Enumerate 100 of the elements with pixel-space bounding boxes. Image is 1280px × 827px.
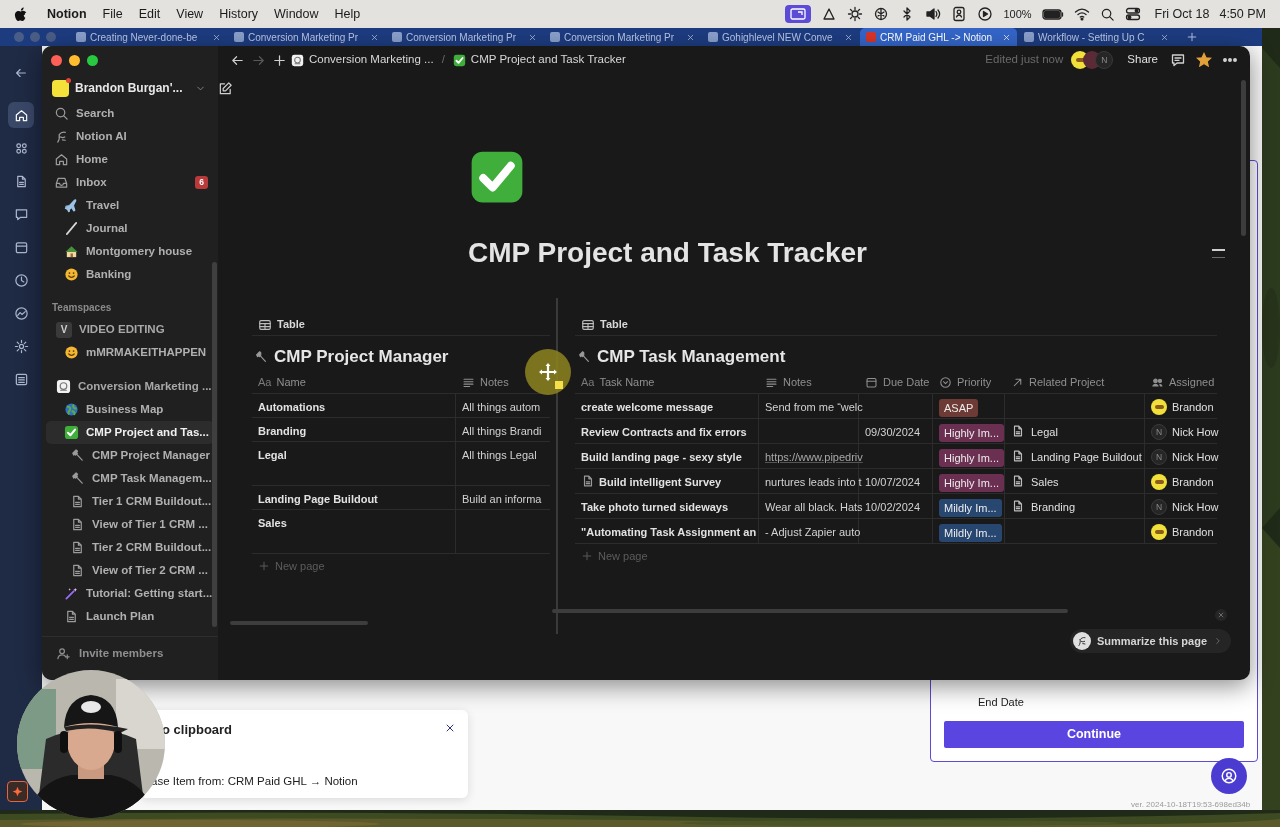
task-name[interactable]: create welcome message xyxy=(581,399,714,416)
tab-title: Creating Never-done-be xyxy=(90,30,199,45)
menu-item[interactable]: History xyxy=(219,4,259,24)
browser-tab[interactable]: Conversion Marketing Pr xyxy=(386,28,543,46)
scrollbar[interactable] xyxy=(230,621,368,625)
menu-item[interactable]: Edit xyxy=(138,4,161,24)
play-icon[interactable] xyxy=(977,6,994,22)
window-close-button[interactable] xyxy=(51,54,62,66)
task-name[interactable]: Build intelligent Survey xyxy=(599,474,722,491)
browser-tab[interactable]: Conversion Marketing Pr xyxy=(544,28,701,46)
task-name[interactable]: Legal xyxy=(258,447,287,464)
invite-members-link[interactable]: Invite members xyxy=(79,644,164,663)
browser-tab[interactable]: Conversion Marketing Pr xyxy=(228,28,385,46)
browser-tab[interactable]: CRM Paid GHL -> Notion xyxy=(860,28,1017,46)
star-icon[interactable] xyxy=(1196,52,1212,68)
wifi-icon[interactable] xyxy=(1073,6,1090,22)
sidebar-item[interactable]: Notion AI xyxy=(46,125,214,148)
sidebar-item[interactable]: Banking xyxy=(46,263,214,286)
back-arrow-icon[interactable] xyxy=(14,66,28,80)
task-name[interactable]: Take photo turned sideways xyxy=(581,499,729,516)
task-name[interactable]: Landing Page Buildout xyxy=(258,491,378,508)
sidebar-item[interactable]: Montgomery house xyxy=(46,240,214,263)
sidebar-item[interactable]: Journal xyxy=(46,217,214,240)
menu-item[interactable]: View xyxy=(176,4,204,24)
related-project-link[interactable]: Legal xyxy=(1031,424,1058,441)
scrollbar[interactable] xyxy=(1241,80,1246,236)
sidebar-item[interactable]: View of Tier 2 CRM ... xyxy=(46,559,214,582)
breadcrumb-link[interactable]: Conversion Marketing ... xyxy=(291,51,434,69)
sidebar-item[interactable]: Conversion Marketing ... xyxy=(46,375,214,398)
volume-icon[interactable] xyxy=(925,6,942,22)
continue-button[interactable]: Continue xyxy=(944,721,1244,748)
sidebar-item[interactable]: Tutorial: Getting start... xyxy=(46,582,214,605)
view-tab[interactable]: Table xyxy=(581,316,628,333)
column-header[interactable]: Due Date xyxy=(865,374,930,391)
battery-icon[interactable] xyxy=(1041,6,1064,22)
window-zoom-button[interactable] xyxy=(87,54,98,66)
column-header[interactable]: Related Project xyxy=(1011,374,1105,391)
link[interactable]: https://www.pipedriv xyxy=(765,449,863,466)
task-name[interactable]: Automations xyxy=(258,399,326,416)
column-header[interactable]: Aa Task Name xyxy=(581,374,655,391)
breadcrumb-link[interactable]: CMP Project and Task Tracker xyxy=(452,51,626,69)
sidebar-item[interactable]: Home xyxy=(46,148,214,171)
sidebar-item[interactable]: Search xyxy=(46,102,214,125)
task-name[interactable]: Build landing page - sexy style xyxy=(581,449,742,466)
compose-icon[interactable] xyxy=(217,80,233,96)
browser-tab[interactable]: Gohighlevel NEW Conve xyxy=(702,28,859,46)
sidebar-item[interactable]: Travel xyxy=(46,194,214,217)
sidebar-item[interactable]: Launch Plan xyxy=(46,605,214,628)
share-button[interactable]: Share xyxy=(1127,51,1158,69)
column-header[interactable]: Notes xyxy=(765,374,812,391)
table-icon xyxy=(258,317,272,332)
sidebar-item[interactable]: V VIDEO EDITING xyxy=(46,318,214,341)
workspace-switcher[interactable]: Brandon Burgan'... xyxy=(75,79,183,97)
column-header[interactable]: Notes xyxy=(462,374,509,391)
related-project-link[interactable]: Landing Page Buildout xyxy=(1031,449,1142,466)
gear-icon[interactable] xyxy=(847,6,864,22)
sidebar-item[interactable]: Tier 1 CRM Buildout... xyxy=(46,490,214,513)
app-menu[interactable]: Notion xyxy=(47,4,87,24)
search-icon[interactable] xyxy=(1099,6,1115,22)
column-header[interactable]: Assigned xyxy=(1151,374,1215,391)
screen-record-icon[interactable] xyxy=(785,5,812,23)
task-name[interactable]: Review Contracts and fix errors xyxy=(581,424,747,441)
person-icon[interactable] xyxy=(951,6,968,22)
control-center-icon[interactable] xyxy=(1124,6,1141,22)
apple-logo-icon[interactable] xyxy=(14,6,27,22)
sidebar-item[interactable]: CMP Project and Tas... xyxy=(46,421,214,444)
menubar-time[interactable]: 4:50 PM xyxy=(1219,4,1266,24)
browser-tab[interactable]: Creating Never-done-be xyxy=(70,28,227,46)
knot-icon[interactable] xyxy=(873,6,890,22)
menu-item[interactable]: Window xyxy=(274,4,319,24)
outline-icon[interactable] xyxy=(1212,249,1225,258)
cell-text: All things autom xyxy=(462,400,541,415)
column-header[interactable]: Priority xyxy=(939,374,992,391)
column-header[interactable]: Aa Name xyxy=(258,374,306,391)
view-tab[interactable]: Table xyxy=(258,316,305,333)
sidebar-item[interactable]: Business Map xyxy=(46,398,214,421)
sidebar-item[interactable]: mMRMAKEITHAPPEN xyxy=(46,341,214,364)
browser-tab[interactable]: Workflow - Setting Up C xyxy=(1018,28,1175,46)
menu-item[interactable]: File xyxy=(102,4,123,24)
browser-sidebar-button[interactable] xyxy=(8,102,34,128)
related-project-link[interactable]: Sales xyxy=(1031,474,1059,491)
task-name[interactable]: "Automating Task Assignment an xyxy=(581,524,757,541)
summarize-button[interactable]: Summarize this page xyxy=(1070,629,1232,653)
menubar-date[interactable]: Fri Oct 18 xyxy=(1154,4,1210,24)
task-name[interactable]: Branding xyxy=(258,423,307,440)
plus-icon xyxy=(258,560,270,572)
sidebar-item[interactable]: Tier 2 CRM Buildout... xyxy=(46,536,214,559)
close-icon[interactable] xyxy=(444,722,456,734)
sidebar-item[interactable]: View of Tier 1 CRM ... xyxy=(46,513,214,536)
comment-icon[interactable] xyxy=(1170,52,1186,68)
scrollbar[interactable] xyxy=(212,262,217,627)
sidebar-item[interactable]: Inbox 6 xyxy=(46,171,214,194)
scrollbar[interactable] xyxy=(552,609,1068,613)
plus-icon[interactable] xyxy=(272,52,287,68)
menu-item[interactable]: Help xyxy=(334,4,361,24)
window-minimize-button[interactable] xyxy=(69,54,80,66)
related-project-link[interactable]: Branding xyxy=(1031,499,1076,516)
task-name[interactable]: Sales xyxy=(258,515,287,532)
sidebar-item[interactable]: CMP Task Managem... xyxy=(46,467,214,490)
sidebar-item[interactable]: CMP Project Manager xyxy=(46,444,214,467)
